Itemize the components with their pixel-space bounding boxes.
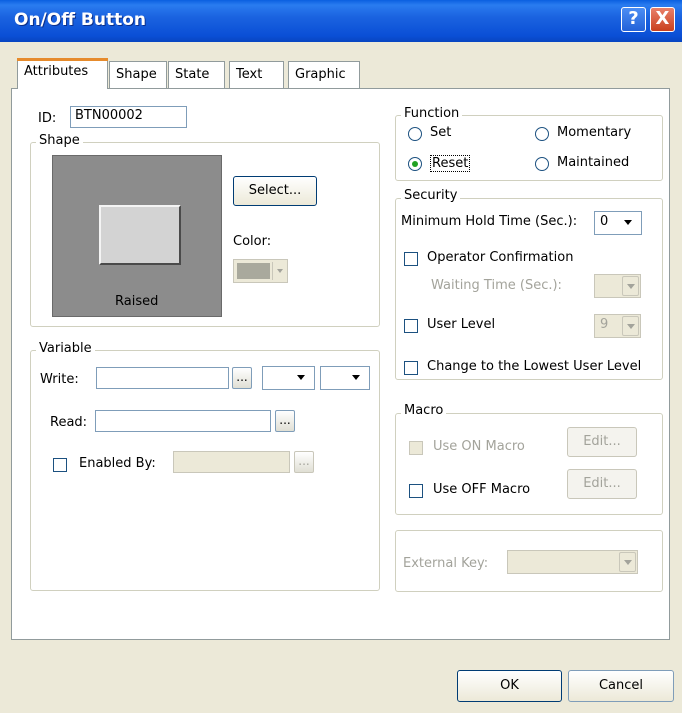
chevron-down-icon — [622, 316, 639, 336]
use-off-macro-label: Use OFF Macro — [433, 482, 531, 497]
tab-label: Text — [236, 67, 263, 82]
id-value: BTN00002 — [75, 108, 143, 123]
user-level-dropdown[interactable]: 9 — [594, 314, 641, 338]
user-level-checkbox[interactable] — [404, 319, 418, 333]
tab-text[interactable]: Text — [229, 61, 284, 88]
write-bit-dropdown[interactable] — [320, 366, 370, 390]
tab-attributes[interactable]: Attributes — [17, 58, 108, 89]
tab-label: Attributes — [24, 64, 89, 79]
min-hold-time-value: 0 — [600, 214, 609, 229]
chevron-down-icon — [622, 276, 639, 296]
write-field[interactable] — [96, 367, 229, 389]
chevron-down-icon — [620, 213, 637, 233]
user-level-value: 9 — [600, 317, 609, 332]
enabled-by-label: Enabled By: — [79, 456, 156, 471]
use-on-macro-label: Use ON Macro — [433, 439, 525, 454]
external-key-dropdown[interactable] — [507, 550, 638, 574]
security-group-title: Security — [401, 188, 461, 203]
radio-maintained[interactable] — [535, 157, 549, 171]
color-picker[interactable] — [233, 259, 288, 283]
variable-group-title: Variable — [36, 341, 95, 356]
shape-group-title: Shape — [36, 133, 83, 148]
color-swatch — [237, 263, 270, 279]
select-shape-button[interactable]: Select... — [233, 176, 317, 206]
chevron-down-icon — [277, 269, 283, 273]
write-label: Write: — [40, 372, 79, 387]
shape-preview-label: Raised — [115, 294, 159, 309]
tab-label: Graphic — [295, 67, 346, 82]
write-browse-button[interactable]: ... — [232, 367, 252, 389]
help-icon[interactable]: ? — [621, 7, 646, 32]
operator-confirmation-label: Operator Confirmation — [427, 250, 574, 265]
min-hold-time-label: Minimum Hold Time (Sec.): — [401, 214, 578, 229]
lowest-user-level-label: Change to the Lowest User Level — [427, 359, 642, 374]
cancel-button[interactable]: Cancel — [568, 670, 674, 702]
operator-confirmation-checkbox[interactable] — [404, 252, 418, 266]
use-off-macro-checkbox[interactable] — [409, 484, 423, 498]
edit-off-macro-button[interactable]: Edit... — [567, 469, 637, 499]
read-field[interactable] — [95, 410, 271, 432]
close-icon[interactable]: X — [650, 7, 675, 32]
chevron-down-icon — [293, 368, 310, 388]
radio-set[interactable] — [408, 127, 422, 141]
chevron-down-icon — [348, 368, 365, 388]
radio-reset[interactable] — [408, 157, 422, 171]
radio-set-label: Set — [430, 125, 452, 140]
tab-state[interactable]: State — [168, 61, 225, 88]
radio-reset-label: Reset — [430, 155, 471, 172]
raised-button-preview — [99, 205, 181, 265]
macro-group-title: Macro — [401, 403, 447, 418]
read-label: Read: — [50, 415, 88, 430]
tab-label: State — [175, 67, 210, 82]
color-picker-divider — [272, 262, 273, 280]
enabled-by-field[interactable] — [173, 451, 290, 473]
min-hold-time-dropdown[interactable]: 0 — [594, 211, 642, 235]
id-label: ID: — [38, 111, 57, 126]
function-group-title: Function — [401, 106, 463, 121]
lowest-user-level-checkbox[interactable] — [404, 361, 418, 375]
external-key-label: External Key: — [403, 556, 489, 571]
edit-on-macro-button[interactable]: Edit... — [567, 427, 637, 457]
window-title: On/Off Button — [14, 10, 146, 30]
enabled-by-checkbox[interactable] — [53, 458, 67, 472]
id-field[interactable]: BTN00002 — [70, 106, 187, 128]
tab-label: Shape — [116, 67, 157, 82]
radio-momentary[interactable] — [535, 127, 549, 141]
tab-shape[interactable]: Shape — [109, 61, 167, 88]
color-label: Color: — [233, 234, 272, 249]
ok-button[interactable]: OK — [457, 670, 562, 702]
use-on-macro-checkbox[interactable] — [409, 441, 423, 455]
waiting-time-label: Waiting Time (Sec.): — [431, 278, 562, 293]
radio-momentary-label: Momentary — [557, 125, 632, 140]
chevron-down-icon — [619, 552, 636, 572]
read-browse-button[interactable]: ... — [275, 410, 295, 432]
tab-graphic[interactable]: Graphic — [288, 61, 360, 88]
write-index-dropdown[interactable] — [262, 366, 315, 390]
user-level-label: User Level — [427, 317, 496, 332]
radio-maintained-label: Maintained — [557, 155, 630, 170]
waiting-time-dropdown[interactable] — [594, 274, 641, 298]
enabled-by-browse-button[interactable]: ... — [294, 451, 314, 473]
